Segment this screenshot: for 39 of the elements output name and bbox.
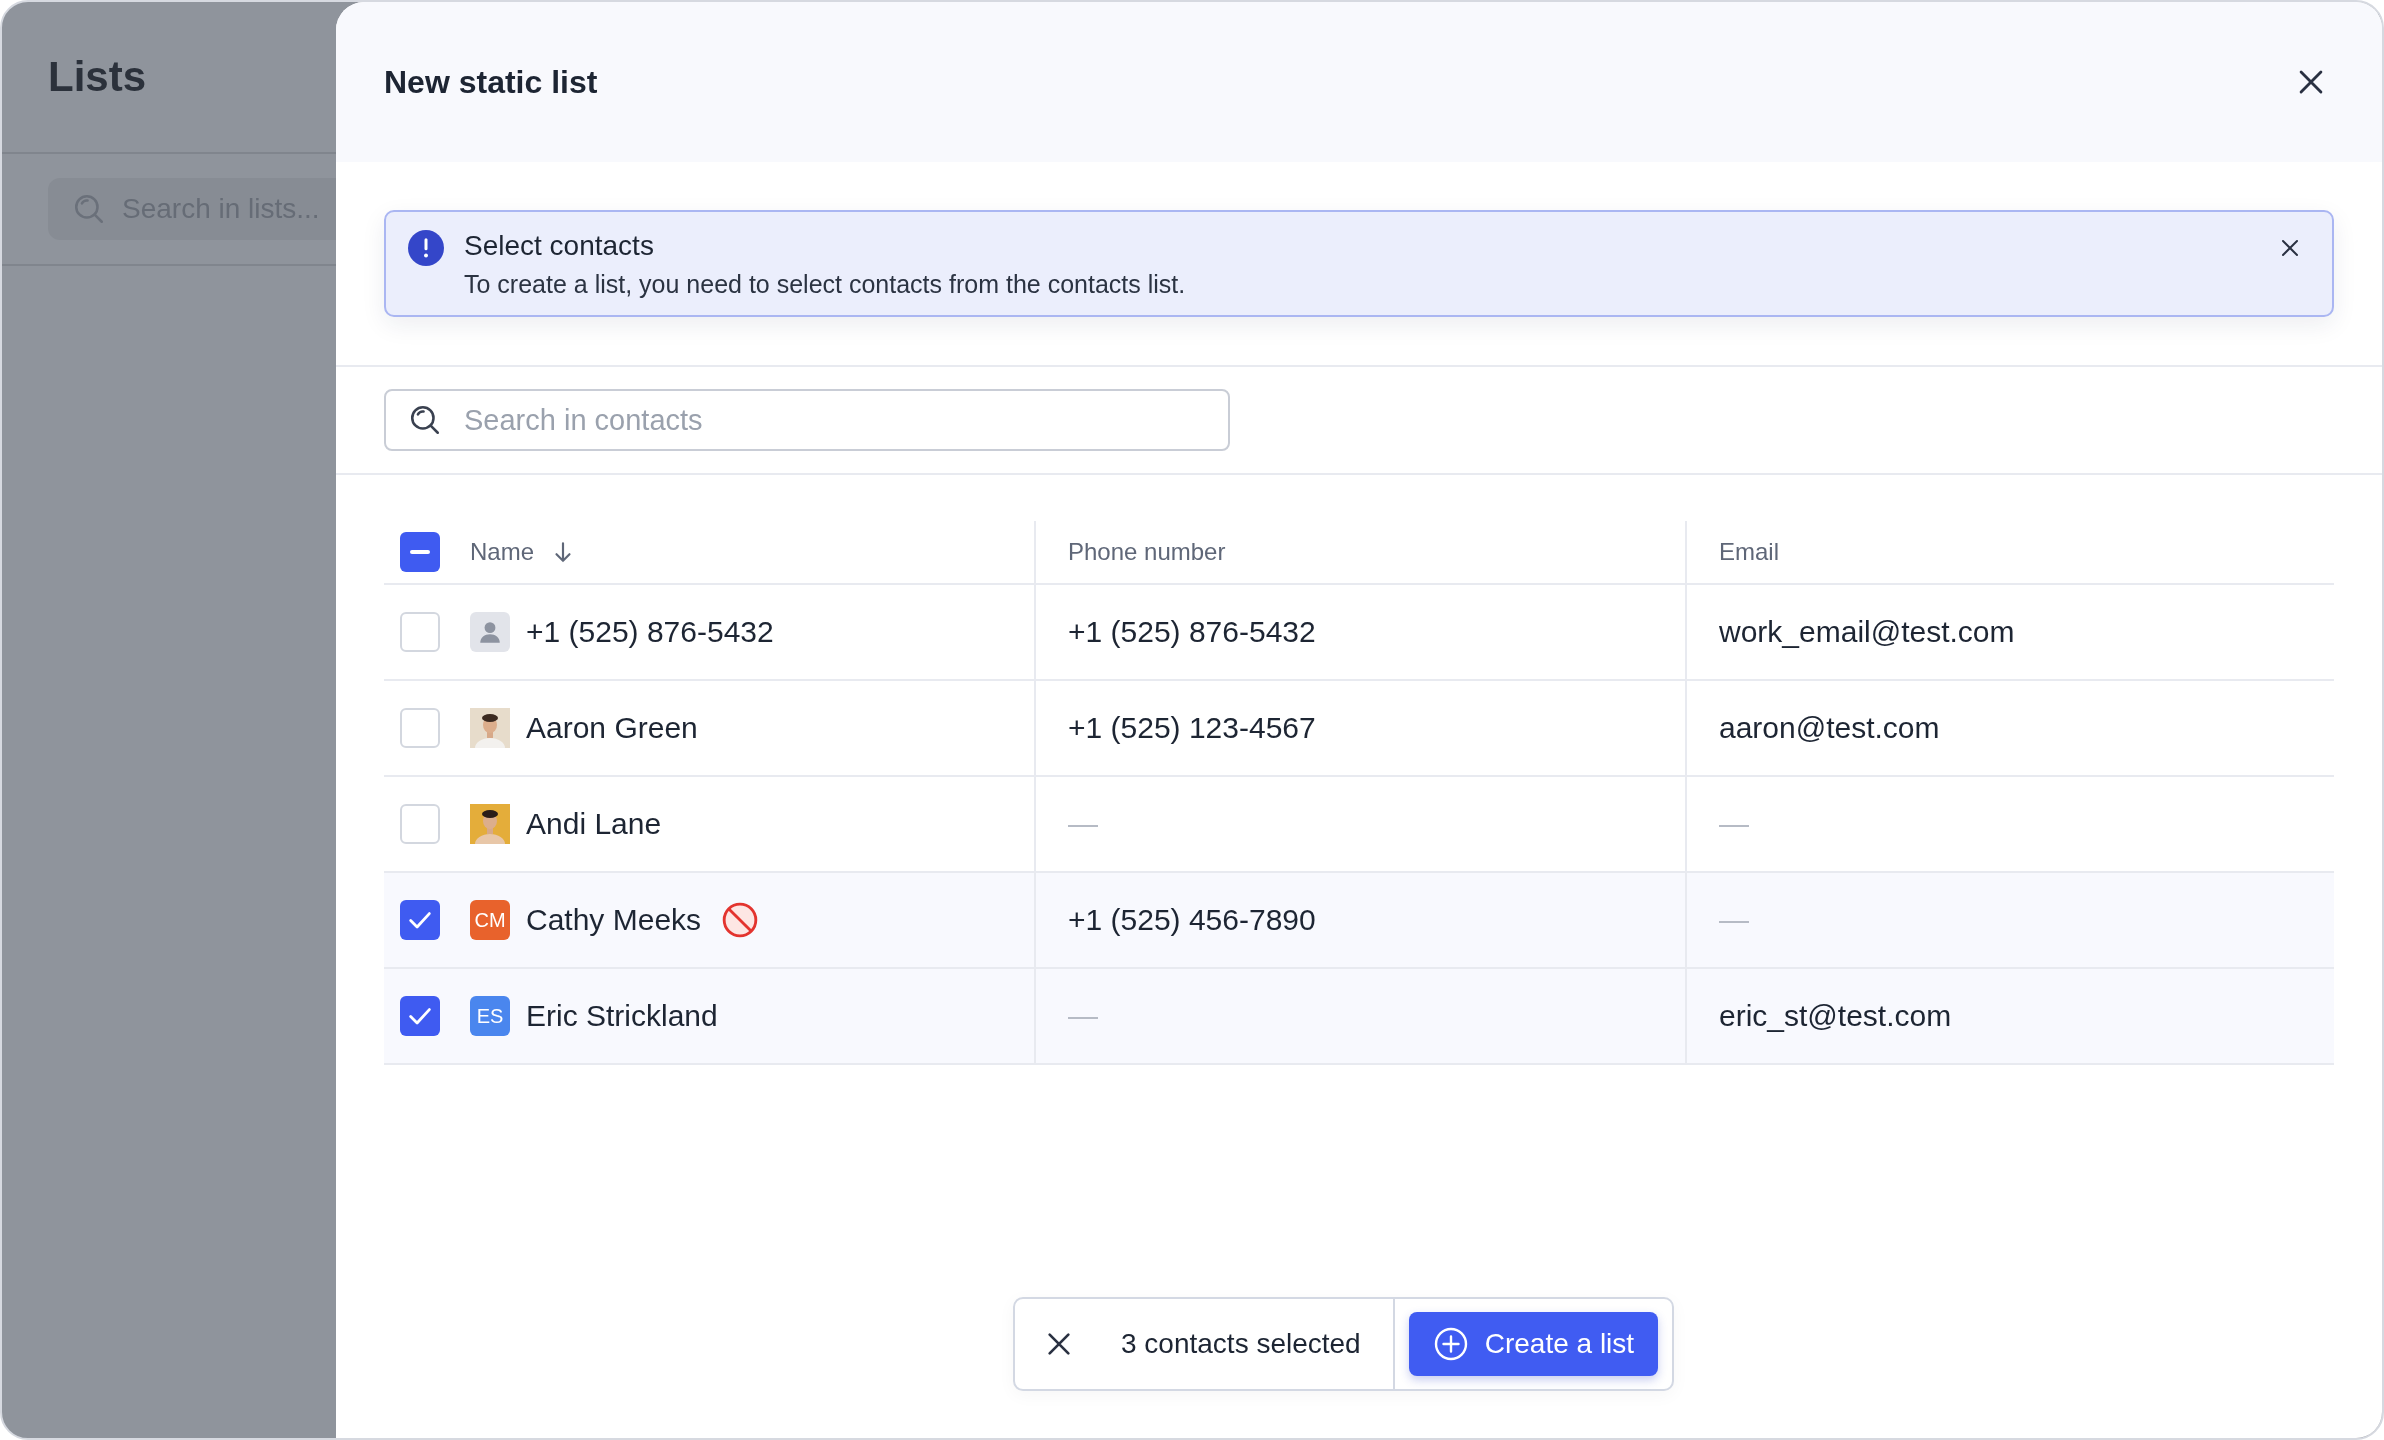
search-icon <box>408 403 442 437</box>
alert-title: Select contacts <box>464 230 655 262</box>
contact-name: Cathy Meeks <box>526 903 702 937</box>
avatar-initials: CM <box>470 900 510 940</box>
search-field[interactable]: Search in contacts <box>384 389 1230 451</box>
person-icon <box>470 612 510 652</box>
phone-cell: +1 (525) 123-4567 <box>1068 711 1316 745</box>
email-cell: — <box>1719 903 1749 937</box>
row-checkbox[interactable] <box>400 996 440 1036</box>
info-icon <box>408 230 444 266</box>
column-header[interactable]: Phone number <box>1068 538 1226 566</box>
page-title: Lists <box>48 53 147 101</box>
row-checkbox[interactable] <box>400 612 440 652</box>
phone-cell: — <box>1068 999 1098 1033</box>
avatar-initials: ES <box>470 996 510 1036</box>
email-cell: — <box>1719 807 1749 841</box>
contact-name: +1 (525) 876-5432 <box>526 615 774 649</box>
row-checkbox[interactable] <box>400 708 440 748</box>
column-header[interactable]: Name <box>470 538 535 566</box>
search-icon <box>72 192 106 226</box>
dialog-title: New static list <box>384 63 598 101</box>
column-header[interactable]: Email <box>1719 538 1779 566</box>
minus-icon <box>410 550 430 554</box>
row-checkbox[interactable] <box>400 804 440 844</box>
phone-cell: +1 (525) 876-5432 <box>1068 615 1316 649</box>
contact-name: Aaron Green <box>526 711 698 745</box>
contact-name: Eric Strickland <box>526 999 718 1033</box>
select-all-checkbox[interactable] <box>400 532 440 572</box>
row-checkbox[interactable] <box>400 900 440 940</box>
plus-circle-icon <box>1432 1326 1469 1362</box>
create-list-button[interactable]: Create a list <box>1408 1312 1659 1376</box>
email-cell: eric_st@test.com <box>1719 999 1952 1033</box>
phone-cell: +1 (525) 456-7890 <box>1068 903 1316 937</box>
selection-count: 3 contacts selected <box>1121 1328 1361 1360</box>
phone-cell: — <box>1068 807 1098 841</box>
email-cell: work_email@test.com <box>1719 615 2015 649</box>
email-cell: aaron@test.com <box>1719 711 1940 745</box>
contact-name: Andi Lane <box>526 807 662 841</box>
alert-message: To create a list, you need to select contacts from the contacts list. <box>464 270 1187 299</box>
